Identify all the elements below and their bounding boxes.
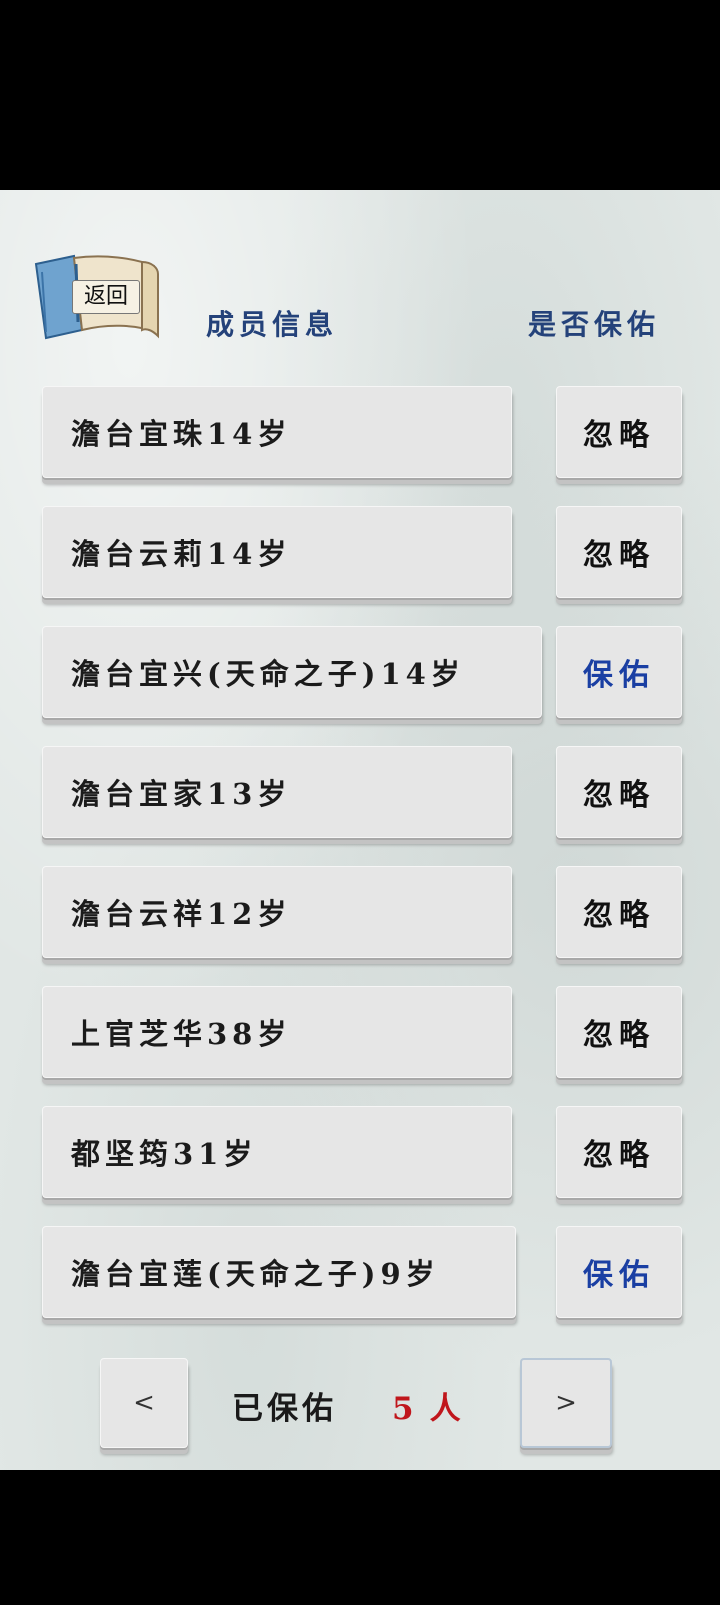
- member-info-header: 成员信息: [206, 308, 339, 341]
- ignore-button-row-7[interactable]: 忽略: [556, 1106, 682, 1198]
- member-name-row-5: 澹台云祥12岁: [42, 866, 512, 958]
- protected-count: 5人: [392, 1383, 477, 1428]
- member-name-row-8: 澹台宜莲(天命之子)9岁: [42, 1226, 516, 1318]
- member-name-row-2: 澹台云莉14岁: [42, 506, 512, 598]
- member-name-row-3: 澹台宜兴(天命之子)14岁: [42, 626, 542, 718]
- member-name-row-6: 上官芝华38岁: [42, 986, 512, 1078]
- protect-button-row-8[interactable]: 保佑: [556, 1226, 682, 1318]
- ignore-button-row-1[interactable]: 忽略: [556, 386, 682, 478]
- member-name-row-7: 都坚筠31岁: [42, 1106, 512, 1198]
- next-page-button[interactable]: >: [520, 1358, 612, 1448]
- ignore-button-row-2[interactable]: 忽略: [556, 506, 682, 598]
- member-name-row-1: 澹台宜珠14岁: [42, 386, 512, 478]
- prev-page-button[interactable]: <: [100, 1358, 188, 1448]
- protect-button-row-3[interactable]: 保佑: [556, 626, 682, 718]
- protected-label: 已保佑: [232, 1391, 337, 1427]
- back-button[interactable]: 返回: [34, 252, 162, 344]
- protected-count-unit: 人: [429, 1391, 477, 1427]
- ignore-button-row-4[interactable]: 忽略: [556, 746, 682, 838]
- ignore-button-row-5[interactable]: 忽略: [556, 866, 682, 958]
- member-protect-screen: 返回 成员信息 是否保佑 澹台宜珠14岁 忽略 澹台云莉14岁 忽略 澹台宜兴(…: [0, 190, 720, 1470]
- protect-header: 是否保佑: [528, 308, 661, 341]
- protected-count-value: 5: [392, 1391, 430, 1427]
- member-name-row-4: 澹台宜家13岁: [42, 746, 512, 838]
- back-label: 返回: [72, 280, 140, 314]
- ignore-button-row-6[interactable]: 忽略: [556, 986, 682, 1078]
